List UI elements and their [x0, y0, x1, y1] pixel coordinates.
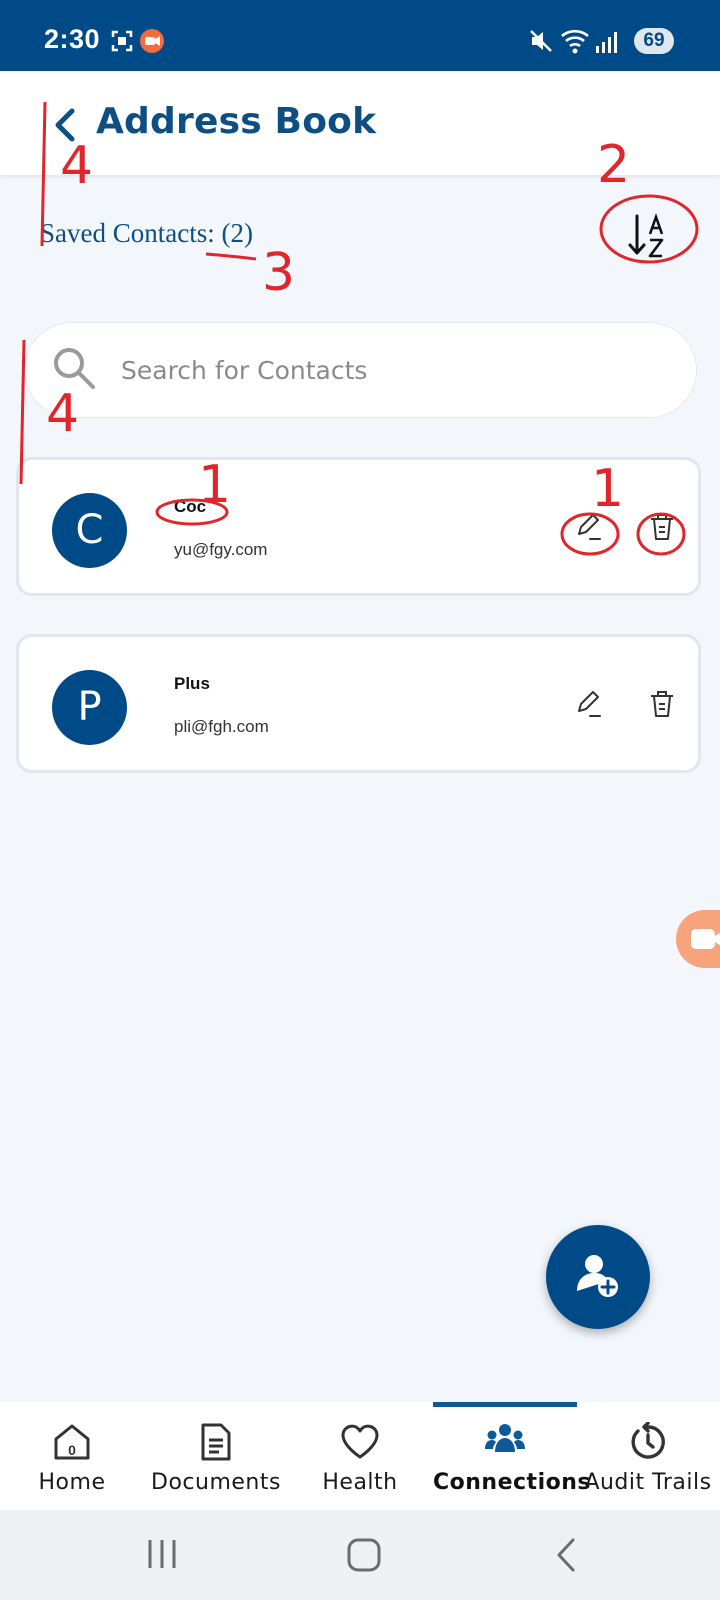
trash-icon[interactable] — [648, 689, 676, 719]
heart-icon — [341, 1424, 379, 1459]
back-nav-icon[interactable] — [551, 1535, 581, 1575]
add-contact-button[interactable] — [546, 1225, 650, 1329]
home-badge: 0 — [68, 1442, 76, 1458]
status-time: 2:30 — [44, 24, 101, 54]
annotation-label: 4 — [46, 384, 80, 444]
recent-apps-icon[interactable] — [142, 1537, 182, 1571]
nav-label: Health — [322, 1470, 398, 1495]
home-button-icon[interactable] — [344, 1535, 384, 1575]
nav-audit-trails[interactable]: Audit Trails — [576, 1402, 720, 1510]
annotation-label: 1 — [591, 459, 625, 519]
home-icon: 0 — [54, 1424, 90, 1460]
edit-icon[interactable] — [574, 689, 604, 719]
contact-email: pli@fgh.com — [174, 717, 269, 736]
nav-connections[interactable]: Connections — [433, 1402, 591, 1510]
sort-az-button[interactable] — [628, 212, 672, 260]
video-camera-icon — [691, 929, 720, 949]
nav-label: Audit Trails — [584, 1470, 712, 1495]
annotation-label: 4 — [60, 136, 94, 196]
annotation-label: 1 — [198, 455, 232, 515]
annotation-label: 3 — [262, 243, 296, 303]
search-input[interactable] — [119, 347, 663, 393]
nav-home[interactable]: 0 Home — [0, 1402, 144, 1510]
mute-icon — [530, 30, 552, 52]
recorder-icon — [140, 29, 164, 53]
avatar: C — [52, 493, 127, 568]
nav-documents[interactable]: Documents — [144, 1402, 288, 1510]
nav-health[interactable]: Health — [288, 1402, 432, 1510]
wifi-icon — [561, 29, 589, 54]
page-title: Address Book — [96, 101, 377, 142]
screenshot-icon — [111, 30, 133, 52]
floating-recorder-bubble[interactable] — [676, 910, 720, 968]
nav-label: Documents — [151, 1470, 281, 1495]
contact-name: Plus — [174, 674, 210, 693]
search-bar[interactable] — [24, 322, 697, 418]
history-icon — [631, 1422, 665, 1459]
status-bar: 2:30 69 — [0, 0, 720, 71]
nav-label: Connections — [433, 1470, 591, 1495]
battery-indicator: 69 — [634, 28, 674, 54]
signal-icon — [596, 32, 617, 53]
bottom-nav: 0 Home Documents Health Connections Audi… — [0, 1402, 720, 1510]
people-icon — [485, 1424, 525, 1452]
add-person-icon — [577, 1255, 618, 1297]
contact-email: yu@fgy.com — [174, 540, 268, 559]
nav-label: Home — [38, 1470, 106, 1495]
contact-card[interactable]: P Plus pli@fgh.com — [16, 634, 701, 773]
system-nav-bar — [0, 1510, 720, 1600]
document-icon — [201, 1423, 231, 1461]
saved-contacts-count: Saved Contacts: (2) — [40, 218, 253, 248]
avatar: P — [52, 670, 127, 745]
trash-icon[interactable] — [648, 512, 676, 542]
annotation-label: 2 — [597, 135, 631, 195]
